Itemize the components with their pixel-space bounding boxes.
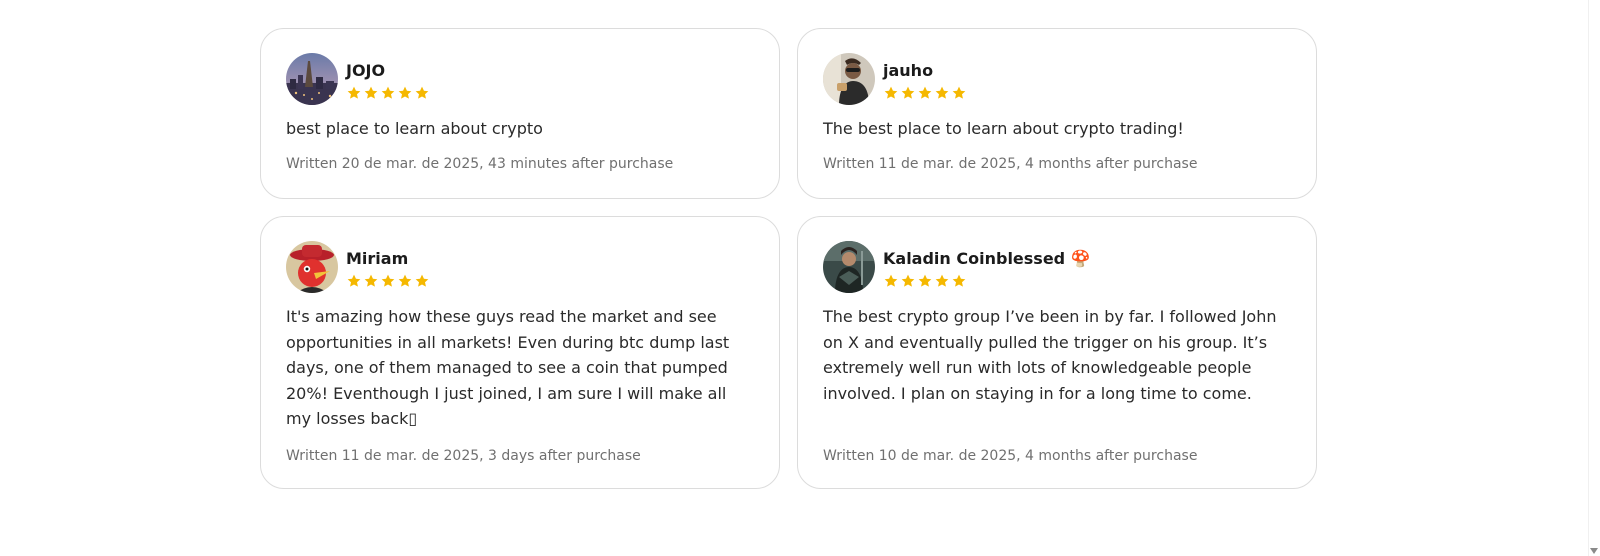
- star-rating: [883, 85, 967, 101]
- star-icon: [935, 274, 949, 287]
- star-icon: [935, 86, 949, 99]
- reviewer-name: Kaladin Coinblessed 🍄: [883, 248, 1091, 268]
- star-icon: [364, 86, 378, 99]
- star-icon: [347, 274, 361, 287]
- star-icon: [901, 274, 915, 287]
- review-text: It's amazing how these guys read the mar…: [286, 307, 730, 428]
- star-icon: [884, 274, 898, 287]
- review-text: The best place to learn about crypto tra…: [823, 119, 1184, 138]
- star-icon: [415, 274, 429, 287]
- review-card: Kaladin Coinblessed 🍄 The best crypto gr…: [797, 216, 1317, 489]
- review-header: jauho: [823, 53, 1291, 105]
- review-header: Kaladin Coinblessed 🍄: [823, 241, 1291, 293]
- review-text: The best crypto group I’ve been in by fa…: [823, 307, 1277, 403]
- star-icon: [364, 274, 378, 287]
- warrior-avatar-icon[interactable]: [823, 241, 875, 293]
- reviewer-name: Miriam: [346, 248, 409, 268]
- scroll-down-arrow-icon[interactable]: [1590, 548, 1598, 554]
- star-icon: [398, 274, 412, 287]
- star-icon: [952, 274, 966, 287]
- star-icon: [901, 86, 915, 99]
- cartoon-bird-avatar-icon[interactable]: [286, 241, 338, 293]
- review-written-date: Written 10 de mar. de 2025, 4 months aft…: [823, 448, 1198, 464]
- star-icon: [884, 86, 898, 99]
- star-rating: [346, 273, 430, 289]
- review-header: JOJO: [286, 53, 754, 105]
- review-card: JOJO best place to learn about crypto Wr…: [260, 28, 780, 199]
- review-text: best place to learn about crypto: [286, 119, 543, 138]
- star-icon: [381, 86, 395, 99]
- page-scrollbar[interactable]: [1588, 0, 1600, 556]
- star-icon: [415, 86, 429, 99]
- star-rating: [346, 85, 430, 101]
- review-written-date: Written 20 de mar. de 2025, 43 minutes a…: [286, 155, 674, 172]
- star-icon: [918, 86, 932, 99]
- star-rating: [883, 273, 1091, 289]
- star-icon: [398, 86, 412, 99]
- person-avatar-icon[interactable]: [823, 53, 875, 105]
- review-card: jauho The best place to learn about cryp…: [797, 28, 1317, 199]
- review-written-date: Written 11 de mar. de 2025, 3 days after…: [286, 448, 641, 464]
- review-written-date: Written 11 de mar. de 2025, 4 months aft…: [823, 155, 1198, 172]
- reviewer-name: jauho: [883, 60, 934, 80]
- star-icon: [952, 86, 966, 99]
- star-icon: [381, 274, 395, 287]
- review-card: Miriam It's amazing how these guys read …: [260, 216, 780, 489]
- reviews-grid: JOJO best place to learn about crypto Wr…: [260, 28, 1317, 489]
- star-icon: [918, 274, 932, 287]
- reviewer-name: JOJO: [346, 60, 386, 80]
- star-icon: [347, 86, 361, 99]
- review-header: Miriam: [286, 241, 754, 293]
- city-avatar-icon[interactable]: [286, 53, 338, 105]
